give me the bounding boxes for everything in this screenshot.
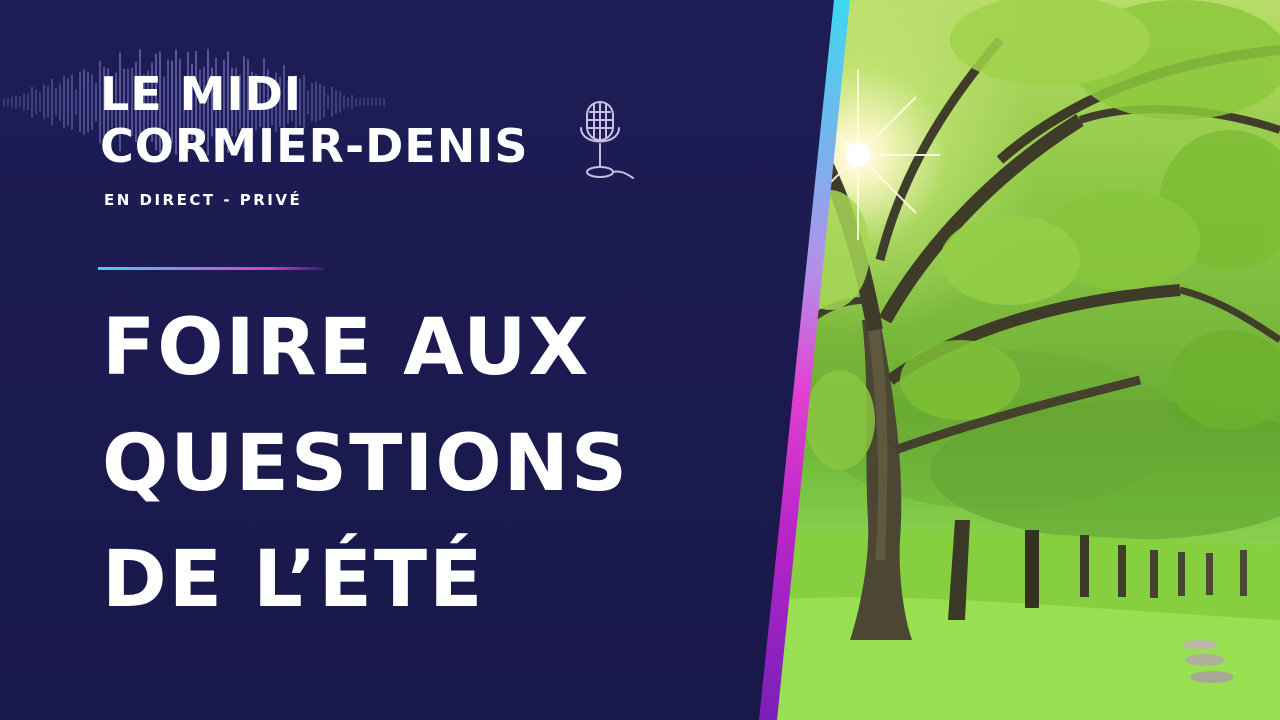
show-title: LE MIDI CORMIER-DENIS <box>100 68 528 172</box>
episode-title-line-2: QUESTIONS <box>102 419 630 509</box>
show-title-line-2: CORMIER-DENIS <box>100 119 529 173</box>
episode-title-line-1: FOIRE AUX <box>102 303 591 393</box>
episode-title: FOIRE AUX QUESTIONS DE L’ÉTÉ <box>102 290 629 638</box>
show-title-line-1: LE MIDI <box>100 67 302 121</box>
microphone-icon <box>580 101 634 179</box>
thumbnail-canvas: LE MIDI CORMIER-DENIS EN DIRECT - PRIVÉ … <box>0 0 1280 720</box>
accent-divider-line <box>98 267 324 270</box>
show-subtitle: EN DIRECT - PRIVÉ <box>104 191 303 209</box>
episode-title-line-3: DE L’ÉTÉ <box>102 535 485 625</box>
